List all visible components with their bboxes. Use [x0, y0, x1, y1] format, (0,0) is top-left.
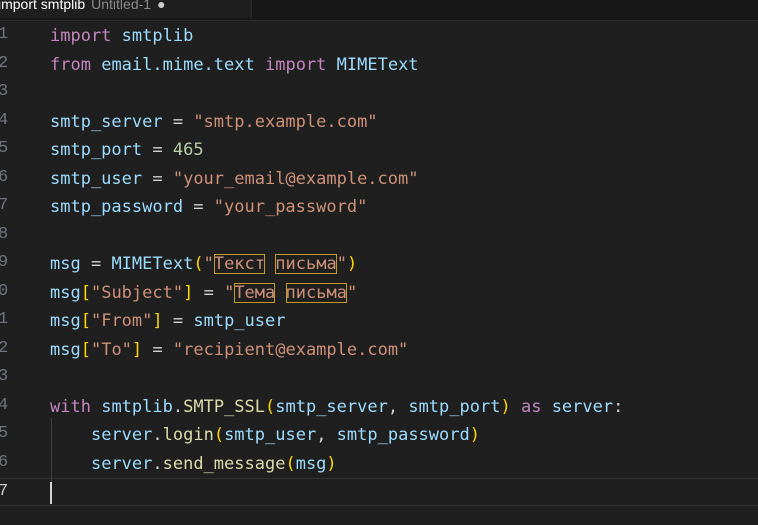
unicode-highlight: Тема: [234, 283, 276, 303]
code-line-current[interactable]: 7: [0, 478, 758, 506]
code-text: smtp_port = 465: [50, 140, 204, 160]
line-number: 1: [0, 310, 9, 329]
unicode-highlight: письма: [285, 283, 347, 303]
code-line: 3: [0, 79, 758, 107]
code-line: 5 server.login(smtp_user, smtp_password): [0, 421, 758, 449]
line-number: 7: [0, 482, 9, 501]
code-line: 6 smtp_user = "your_email@example.com": [0, 165, 758, 193]
code-line: 7 smtp_password = "your_password": [0, 193, 758, 221]
code-text: msg["To"] = "recipient@example.com": [50, 340, 409, 360]
line-number: 0: [0, 282, 9, 301]
line-number: 9: [0, 253, 9, 272]
unsaved-dot-icon[interactable]: ●: [157, 0, 165, 12]
code-line: 2 msg["To"] = "recipient@example.com": [0, 336, 758, 364]
code-text: from email.mime.text import MIMEText: [50, 55, 419, 75]
line-number: 7: [0, 196, 9, 215]
line-number: 3: [0, 82, 9, 101]
code-line: 5 smtp_port = 465: [0, 136, 758, 164]
code-line: 1 msg["From"] = smtp_user: [0, 307, 758, 335]
line-number: 2: [0, 54, 9, 73]
code-line: 3: [0, 364, 758, 392]
line-number: 3: [0, 367, 9, 386]
code-line: 4 with smtplib.SMTP_SSL(smtp_server, smt…: [0, 393, 758, 421]
code-line: 1 import smtplib: [0, 22, 758, 50]
editor-tab-bar: import smtplib Untitled-1 ●: [0, 0, 758, 21]
line-number: 4: [0, 111, 9, 130]
code-line: 4 smtp_server = "smtp.example.com": [0, 108, 758, 136]
unicode-highlight: письма: [275, 254, 337, 274]
code-text: server.login(smtp_user, smtp_password): [90, 425, 480, 445]
line-number: 5: [0, 139, 9, 158]
code-line: 0 msg["Subject"] = "Тема письма": [0, 279, 758, 307]
line-number: 2: [0, 339, 9, 358]
line-number: 1: [0, 25, 9, 44]
text-cursor: [50, 482, 52, 504]
line-number: 5: [0, 424, 9, 443]
code-line: 2 from email.mime.text import MIMEText: [0, 51, 758, 79]
code-text: msg = MIMEText("Текст письма"): [50, 254, 358, 274]
code-line: 9 msg = MIMEText("Текст письма"): [0, 250, 758, 278]
line-number: 4: [0, 396, 9, 415]
code-text: msg["From"] = smtp_user: [50, 311, 286, 331]
line-number: 6: [0, 453, 9, 472]
code-text: server.send_message(msg): [90, 454, 337, 474]
line-number: 6: [0, 168, 9, 187]
tab-filename: Untitled-1: [91, 0, 152, 12]
code-line: 8: [0, 222, 758, 250]
code-text: with smtplib.SMTP_SSL(smtp_server, smtp_…: [50, 397, 624, 417]
editor-tab-active[interactable]: import smtplib Untitled-1 ●: [0, 0, 252, 18]
tab-title: import smtplib: [0, 0, 86, 12]
code-text: smtp_password = "your_password": [50, 197, 368, 217]
code-text: msg["Subject"] = "Тема письма": [50, 283, 358, 303]
code-text: import smtplib: [50, 26, 194, 46]
unicode-highlight: Текст: [213, 254, 266, 274]
code-text: smtp_user = "your_email@example.com": [50, 169, 419, 189]
code-text: smtp_server = "smtp.example.com": [50, 112, 378, 132]
code-editor[interactable]: 1 import smtplib 2 from email.mime.text …: [0, 22, 758, 525]
code-line: 6 server.send_message(msg): [0, 450, 758, 478]
line-number: 8: [0, 225, 9, 244]
